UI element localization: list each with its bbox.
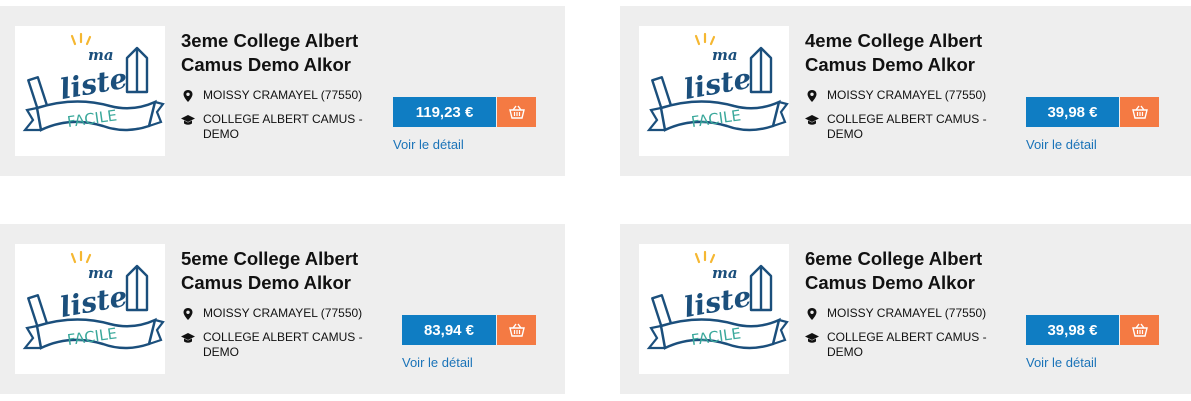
location-row: MOISSY CRAMAYEL (77550) [181,306,381,321]
map-pin-icon [183,89,193,102]
map-pin-icon [183,307,193,320]
ma-liste-facile-logo: ma liste FACILE [15,244,165,374]
svg-text:ma: ma [88,264,114,282]
graduation-cap-icon [805,333,819,343]
basket-icon [508,323,525,337]
location-row: MOISSY CRAMAYEL (77550) [805,306,1005,321]
basket-icon [508,105,525,119]
price-button[interactable]: 39,98 € [1026,315,1119,345]
product-card: ma liste FACILE 6eme College Albert Camus… [620,224,1191,394]
svg-text:ma: ma [712,46,738,64]
product-title[interactable]: 4eme College Albert Camus Demo Alkor [805,29,1015,77]
svg-text:liste: liste [57,62,129,106]
product-card: ma liste FACILE 5eme College Albert Camus… [0,224,565,394]
school-text: COLLEGE ALBERT CAMUS - DEMO [203,330,363,359]
location-text: MOISSY CRAMAYEL (77550) [827,306,987,320]
school-text: COLLEGE ALBERT CAMUS - DEMO [827,330,987,359]
price-button[interactable]: 119,23 € [393,97,496,127]
ma-liste-facile-logo: ma liste FACILE [15,26,165,156]
ma-liste-facile-logo: ma liste FACILE [639,26,789,156]
add-to-cart-button[interactable] [1120,315,1159,345]
basket-icon [1131,323,1148,337]
product-title[interactable]: 6eme College Albert Camus Demo Alkor [805,247,1015,295]
svg-text:ma: ma [88,46,114,64]
basket-icon [1131,105,1148,119]
school-row: COLLEGE ALBERT CAMUS - DEMO [181,330,371,360]
view-detail-link[interactable]: Voir le détail [1026,355,1097,370]
ma-liste-facile-logo: ma liste FACILE [639,244,789,374]
add-to-cart-button[interactable] [497,97,536,127]
location-row: MOISSY CRAMAYEL (77550) [181,88,381,103]
graduation-cap-icon [181,333,195,343]
add-to-cart-button[interactable] [497,315,536,345]
product-title[interactable]: 5eme College Albert Camus Demo Alkor [181,247,391,295]
school-text: COLLEGE ALBERT CAMUS - DEMO [203,112,363,141]
school-row: COLLEGE ALBERT CAMUS - DEMO [181,112,371,142]
svg-text:liste: liste [57,280,129,324]
svg-text:liste: liste [681,280,753,324]
location-text: MOISSY CRAMAYEL (77550) [203,306,363,320]
location-row: MOISSY CRAMAYEL (77550) [805,88,1005,103]
school-row: COLLEGE ALBERT CAMUS - DEMO [805,330,995,360]
location-text: MOISSY CRAMAYEL (77550) [827,88,987,102]
svg-text:ma: ma [712,264,738,282]
product-title[interactable]: 3eme College Albert Camus Demo Alkor [181,29,391,77]
school-row: COLLEGE ALBERT CAMUS - DEMO [805,112,995,142]
map-pin-icon [807,89,817,102]
graduation-cap-icon [181,115,195,125]
location-text: MOISSY CRAMAYEL (77550) [203,88,363,102]
graduation-cap-icon [805,115,819,125]
view-detail-link[interactable]: Voir le détail [402,355,473,370]
price-button[interactable]: 39,98 € [1026,97,1119,127]
svg-text:liste: liste [681,62,753,106]
product-card: ma liste FACILE 4eme College Albert Camus… [620,6,1191,176]
product-card: ma liste FACILE 3eme College Albert Camus… [0,6,565,176]
school-text: COLLEGE ALBERT CAMUS - DEMO [827,112,987,141]
map-pin-icon [807,307,817,320]
view-detail-link[interactable]: Voir le détail [393,137,464,152]
add-to-cart-button[interactable] [1120,97,1159,127]
view-detail-link[interactable]: Voir le détail [1026,137,1097,152]
price-button[interactable]: 83,94 € [402,315,496,345]
